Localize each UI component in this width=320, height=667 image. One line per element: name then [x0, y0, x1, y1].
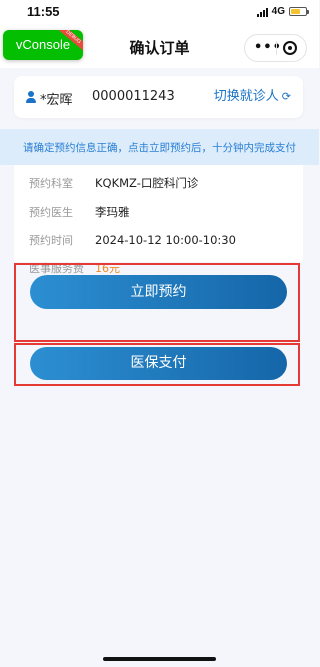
- network-type: 4G: [271, 6, 285, 17]
- mini-program-capsule: •••: [244, 34, 307, 62]
- notice-text: 请确定预约信息正确，点击立即预约后，十分钟内完成支付: [23, 142, 296, 154]
- detail-row-doctor: 预约医生 李玛雅: [29, 204, 130, 220]
- refresh-icon: ⟳: [281, 90, 291, 103]
- signal-icon: [256, 7, 268, 17]
- nav-bar: vConsole DEBUG 确认订单 •••: [0, 26, 319, 68]
- detail-row-department: 预约科室 KQKMZ-口腔科门诊: [29, 175, 198, 191]
- insurance-pay-button[interactable]: 医保支付: [30, 347, 287, 380]
- battery-level: [291, 9, 300, 14]
- detail-label: 预约时间: [29, 234, 73, 247]
- patient-name: *宏晖: [40, 93, 73, 108]
- status-time: 11:55: [27, 4, 60, 19]
- more-dots-icon[interactable]: •••: [254, 41, 282, 55]
- detail-value: 李玛雅: [95, 205, 130, 219]
- switch-patient-label: 切换就诊人: [213, 89, 279, 104]
- target-circle-icon[interactable]: [283, 41, 297, 55]
- home-indicator: [103, 657, 216, 661]
- detail-value: KQKMZ-口腔科门诊: [95, 176, 199, 190]
- detail-value: 2024-10-12 10:00-10:30: [95, 233, 236, 247]
- status-indicators: 4G: [256, 6, 309, 17]
- detail-label: 预约科室: [29, 177, 73, 190]
- status-bar: 11:55 4G: [0, 0, 319, 26]
- battery-icon: [289, 7, 309, 16]
- book-now-button[interactable]: 立即预约: [30, 275, 287, 309]
- patient-card: *宏晖 0000011243 切换就诊人 ⟳: [14, 76, 303, 118]
- person-icon: [26, 91, 36, 103]
- notice-banner: 请确定预约信息正确，点击立即预约后，十分钟内完成支付: [0, 129, 319, 165]
- patient-id: 0000011243: [92, 89, 175, 104]
- capsule-divider: [276, 41, 277, 55]
- appointment-details: 预约科室 KQKMZ-口腔科门诊 预约医生 李玛雅 预约时间 2024-10-1…: [14, 165, 303, 262]
- switch-patient-link[interactable]: 切换就诊人 ⟳: [214, 89, 291, 105]
- detail-label: 预约医生: [29, 206, 73, 219]
- detail-row-time: 预约时间 2024-10-12 10:00-10:30: [29, 232, 236, 248]
